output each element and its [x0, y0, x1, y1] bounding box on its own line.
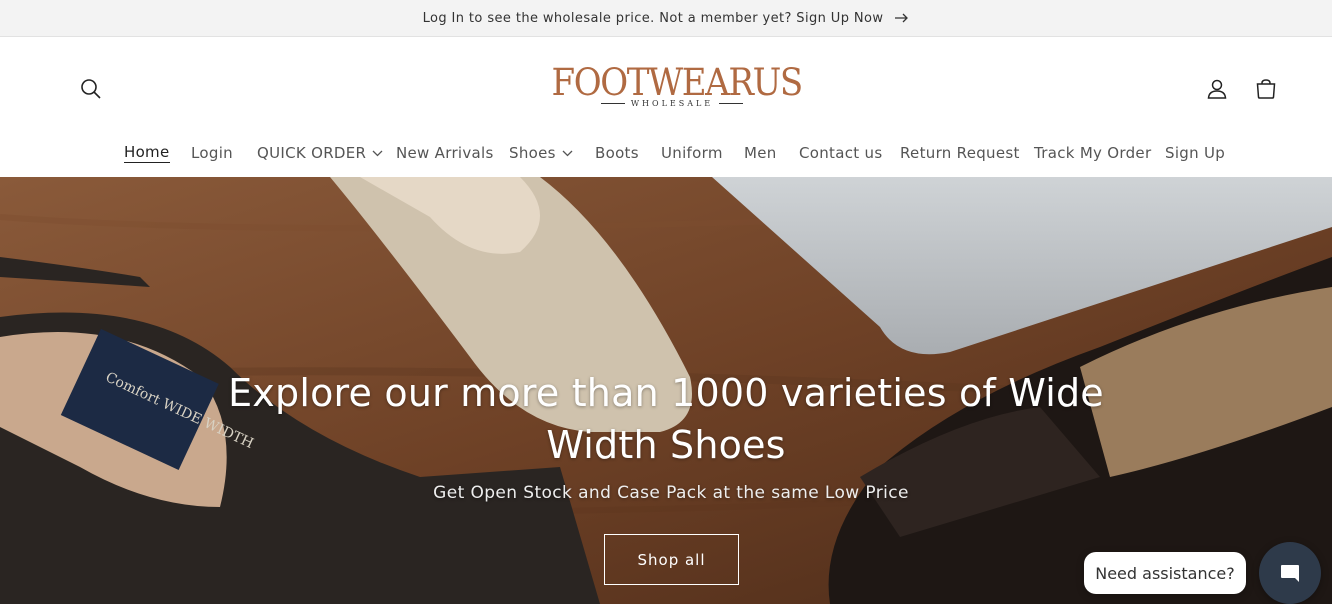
nav-item-return-request[interactable]: Return Request — [900, 140, 1020, 166]
hero-title: Explore our more than 1000 varieties of … — [228, 371, 1104, 467]
nav-item-shoes[interactable]: Shoes — [509, 140, 573, 166]
nav-label: Men — [744, 144, 777, 162]
nav-item-uniform[interactable]: Uniform — [661, 140, 723, 166]
nav-label: Uniform — [661, 144, 723, 162]
account-icon — [1207, 79, 1227, 99]
hero-banner: Comfort WIDE WIDTH Explore our more than… — [0, 177, 1332, 604]
logo-subline: WHOLESALE — [541, 99, 803, 108]
cart-button[interactable] — [1251, 74, 1281, 104]
arrow-right-icon — [895, 13, 909, 23]
nav-label: Boots — [595, 144, 639, 162]
chevron-down-icon — [372, 150, 383, 156]
announcement-link[interactable]: Log In to see the wholesale price. Not a… — [423, 11, 910, 26]
shop-all-button[interactable]: Shop all — [604, 534, 739, 585]
nav-item-contact-us[interactable]: Contact us — [799, 140, 882, 166]
hero-subtitle: Get Open Stock and Case Pack at the same… — [433, 483, 909, 503]
logo-sub-text: WHOLESALE — [630, 99, 714, 108]
nav-item-boots[interactable]: Boots — [595, 140, 639, 166]
nav-label: Login — [191, 144, 233, 162]
account-button[interactable] — [1202, 74, 1232, 104]
nav-item-home[interactable]: Home — [124, 140, 170, 166]
site-header: FOOTWEARUS WHOLESALE Home Login QUICK OR… — [0, 38, 1332, 177]
chevron-down-icon — [562, 150, 573, 156]
nav-label: Sign Up — [1165, 144, 1226, 162]
nav-label: Shoes — [509, 144, 556, 162]
nav-label: New Arrivals — [396, 144, 494, 162]
logo-dash-left — [600, 103, 625, 104]
chat-bubble-icon — [1281, 565, 1299, 582]
search-icon — [81, 79, 101, 99]
nav-item-login[interactable]: Login — [191, 140, 233, 166]
nav-item-men[interactable]: Men — [744, 140, 777, 166]
search-button[interactable] — [76, 74, 106, 104]
logo-dash-right — [719, 103, 744, 104]
main-nav: Home Login QUICK ORDER New Arrivals Shoe… — [0, 140, 1332, 166]
announcement-bar: Log In to see the wholesale price. Not a… — [0, 0, 1332, 37]
nav-item-quick-order[interactable]: QUICK ORDER — [257, 140, 383, 166]
nav-label: Home — [124, 143, 170, 163]
site-logo[interactable]: FOOTWEARUS WHOLESALE — [541, 61, 803, 113]
nav-item-sign-up[interactable]: Sign Up — [1165, 140, 1225, 166]
nav-label: Return Request — [900, 144, 1020, 162]
nav-item-new-arrivals[interactable]: New Arrivals — [396, 140, 494, 166]
announcement-text: Log In to see the wholesale price. Not a… — [422, 10, 884, 26]
cart-icon — [1256, 79, 1276, 99]
nav-label: Contact us — [799, 144, 883, 162]
nav-label: QUICK ORDER — [257, 144, 367, 162]
chat-button[interactable] — [1259, 542, 1321, 604]
nav-item-track-my-order[interactable]: Track My Order — [1034, 140, 1151, 166]
nav-label: Track My Order — [1034, 144, 1152, 162]
need-assistance-bubble[interactable]: Need assistance? — [1084, 552, 1246, 594]
